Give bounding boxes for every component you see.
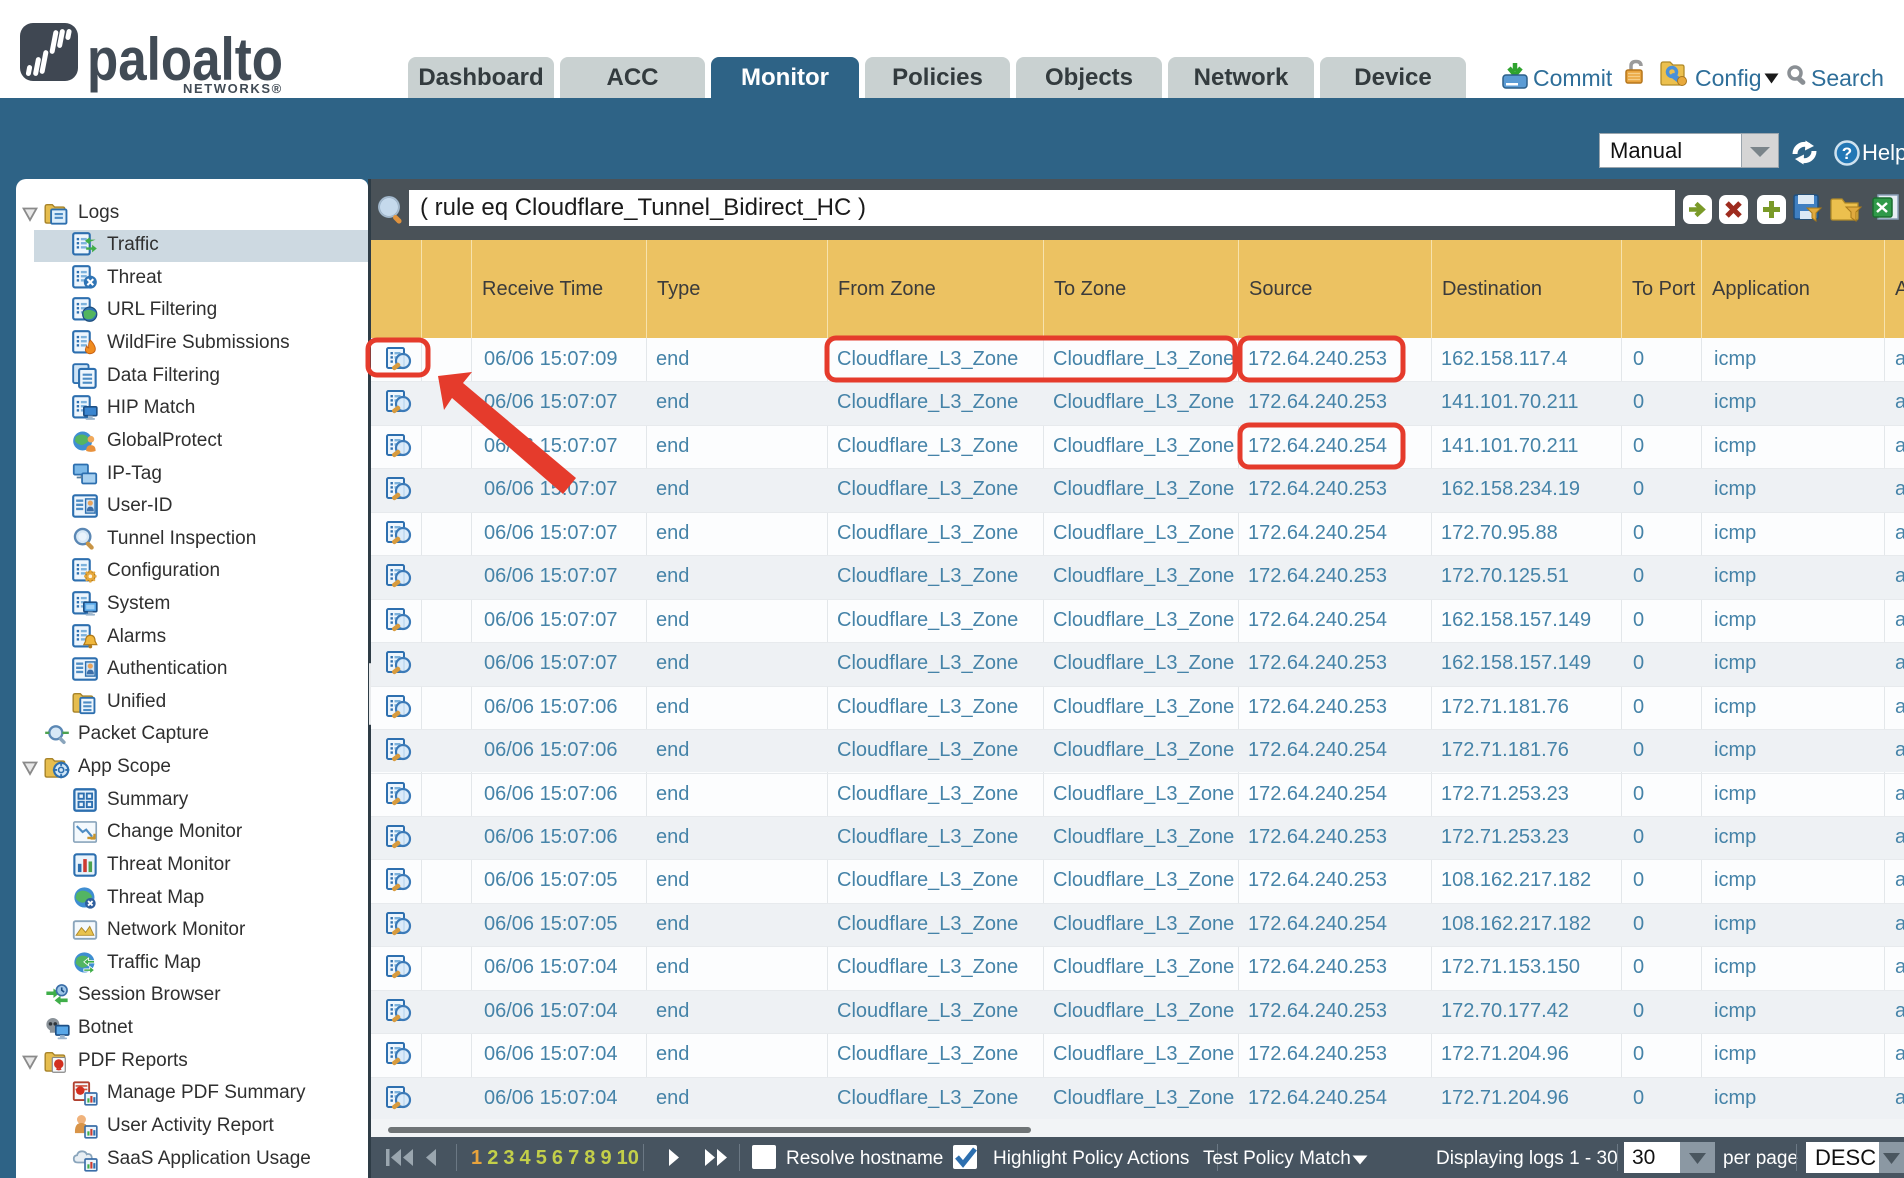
svg-text:?: ? [1842,144,1852,163]
svg-text:NETWORKS®: NETWORKS® [183,81,283,96]
